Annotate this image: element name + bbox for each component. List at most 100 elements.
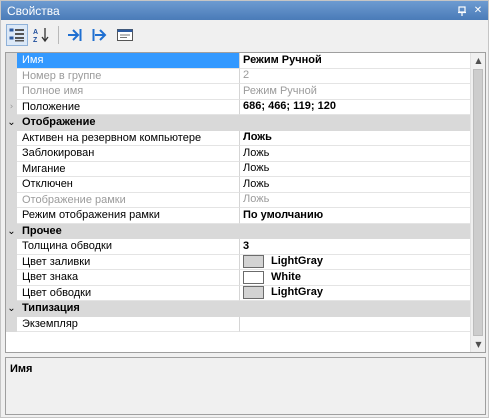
property-row[interactable]: Цвет заливки LightGray — [6, 254, 471, 270]
row-gutter — [6, 285, 17, 301]
categorized-view-button[interactable] — [6, 24, 28, 46]
color-swatch — [243, 255, 264, 269]
property-name[interactable]: Отключен — [17, 177, 240, 193]
property-name[interactable]: Экземпляр — [17, 316, 240, 332]
row-gutter — [6, 316, 17, 332]
property-row[interactable]: Полное имя Режим Ручной — [6, 84, 471, 100]
property-name[interactable]: Цвет знака — [17, 270, 240, 286]
property-value[interactable]: Режим Ручной — [240, 53, 471, 69]
row-gutter — [6, 177, 17, 193]
title-bar: Свойства ✕ — [1, 1, 488, 20]
color-value-text: LightGray — [271, 286, 323, 299]
property-pages-icon — [117, 29, 133, 41]
property-row[interactable]: Отображение рамки Ложь — [6, 192, 471, 208]
property-value[interactable]: LightGray — [240, 286, 471, 301]
property-value[interactable]: По умолчанию — [240, 208, 471, 224]
property-row[interactable]: › Положение 686; 466; 119; 120 — [6, 99, 471, 115]
category-label: Прочее — [22, 224, 62, 237]
color-swatch — [243, 270, 264, 284]
pin-arrow-button[interactable] — [64, 24, 86, 46]
color-value-text: LightGray — [271, 255, 323, 268]
toolbar: A Z — [1, 21, 488, 49]
collapse-chevron-icon[interactable]: ⌄ — [6, 115, 17, 131]
property-name[interactable]: Толщина обводки — [17, 239, 240, 255]
property-value[interactable]: 2 — [240, 69, 471, 84]
toolbar-separator — [58, 26, 59, 44]
alphabetical-view-button[interactable]: A Z — [31, 24, 53, 46]
double-arrow-icon — [92, 29, 107, 41]
property-name[interactable]: Имя — [17, 53, 240, 69]
property-row[interactable]: Толщина обводки 3 — [6, 239, 471, 255]
collapse-chevron-icon[interactable]: ⌄ — [6, 223, 17, 239]
property-row[interactable]: Мигание Ложь — [6, 161, 471, 177]
row-gutter — [6, 270, 17, 286]
pin-icon[interactable] — [455, 4, 469, 18]
color-swatch — [243, 286, 264, 300]
property-row[interactable]: Заблокирован Ложь — [6, 146, 471, 162]
property-pages-button[interactable] — [114, 24, 136, 46]
property-name[interactable]: Цвет заливки — [17, 254, 240, 270]
property-value[interactable]: Ложь — [240, 146, 471, 162]
svg-text:Z: Z — [33, 37, 38, 43]
row-gutter — [6, 53, 17, 69]
category-row[interactable]: ⌄ Прочее — [6, 223, 471, 239]
property-value[interactable]: LightGray — [240, 255, 471, 270]
property-row[interactable]: Номер в группе 2 — [6, 68, 471, 84]
property-row[interactable]: Цвет обводки LightGray — [6, 285, 471, 301]
property-name[interactable]: Цвет обводки — [17, 285, 240, 301]
color-value-text: White — [271, 270, 301, 283]
categorized-icon — [9, 28, 24, 42]
description-panel: Имя — [5, 357, 486, 415]
property-name[interactable]: Заблокирован — [17, 146, 240, 162]
property-value[interactable]: Режим Ручной — [240, 84, 471, 100]
row-gutter — [6, 208, 17, 224]
property-value[interactable]: White — [240, 270, 471, 286]
row-gutter — [6, 68, 17, 84]
row-gutter — [6, 192, 17, 208]
property-value[interactable]: 686; 466; 119; 120 — [240, 100, 471, 115]
property-value[interactable]: 3 — [240, 239, 471, 255]
row-gutter — [6, 146, 17, 162]
property-row[interactable]: Активен на резервном компьютере Ложь — [6, 130, 471, 146]
row-gutter — [6, 239, 17, 255]
scroll-up-icon[interactable]: ▲ — [471, 53, 485, 68]
properties-window: Свойства ✕ A Z Имя Режим Ручной Номер в … — [0, 0, 489, 418]
property-value[interactable]: Ложь — [240, 162, 471, 177]
property-name[interactable]: Положение — [17, 99, 240, 115]
vertical-scrollbar[interactable]: ▲ ▼ — [470, 53, 485, 352]
row-gutter — [6, 161, 17, 177]
go-arrow-button[interactable] — [89, 24, 111, 46]
property-name[interactable]: Режим отображения рамки — [17, 208, 240, 224]
property-value[interactable]: Ложь — [240, 177, 471, 193]
category-row[interactable]: ⌄ Типизация — [6, 301, 471, 317]
property-name[interactable]: Номер в группе — [17, 68, 240, 84]
property-name[interactable]: Отображение рамки — [17, 192, 240, 208]
row-gutter — [6, 130, 17, 146]
property-name[interactable]: Активен на резервном компьютере — [17, 130, 240, 146]
close-icon[interactable]: ✕ — [471, 4, 485, 18]
expand-chevron-icon[interactable]: › — [6, 99, 17, 115]
arrow-to-bar-icon — [68, 29, 82, 41]
property-row[interactable]: Отключен Ложь — [6, 177, 471, 193]
description-title: Имя — [10, 363, 33, 375]
property-name[interactable]: Мигание — [17, 161, 240, 177]
property-row[interactable]: Режим отображения рамки По умолчанию — [6, 208, 471, 224]
property-row[interactable]: Цвет знака White — [6, 270, 471, 286]
scroll-down-icon[interactable]: ▼ — [471, 337, 485, 352]
category-label: Отображение — [22, 116, 96, 128]
property-value[interactable]: Ложь — [240, 131, 471, 146]
category-row[interactable]: ⌄ Отображение — [6, 115, 471, 131]
scrollbar-thumb[interactable] — [473, 69, 483, 336]
collapse-chevron-icon[interactable]: ⌄ — [6, 301, 17, 317]
property-row[interactable]: Экземпляр — [6, 316, 471, 332]
property-row[interactable]: Имя Режим Ручной — [6, 53, 471, 69]
window-title: Свойства — [7, 3, 60, 18]
property-rows: Имя Режим Ручной Номер в группе 2 Полное имя… — [6, 53, 471, 332]
property-grid: Имя Режим Ручной Номер в группе 2 Полное имя… — [5, 52, 486, 353]
property-name[interactable]: Полное имя — [17, 84, 240, 100]
row-gutter — [6, 254, 17, 270]
property-value[interactable]: Ложь — [240, 193, 471, 208]
sort-alpha-icon: A Z — [33, 28, 49, 43]
row-gutter — [6, 84, 17, 100]
property-value[interactable] — [240, 317, 471, 332]
